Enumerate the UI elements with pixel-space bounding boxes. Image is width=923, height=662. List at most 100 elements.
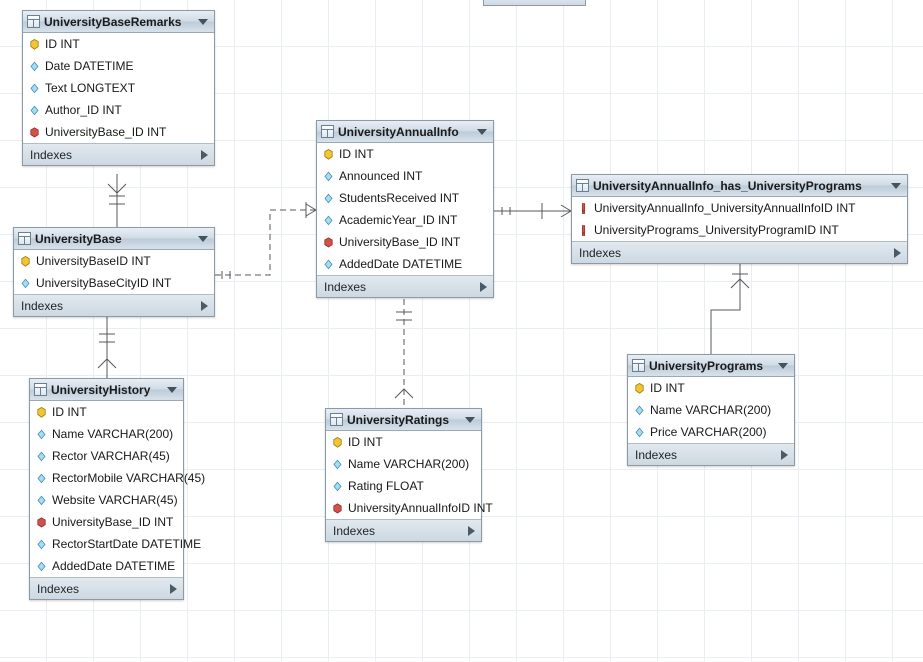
column-row[interactable]: ID INT (628, 377, 794, 399)
column-row[interactable]: Announced INT (317, 165, 493, 187)
column-row[interactable]: Date DATETIME (23, 55, 214, 77)
indexes-section[interactable]: Indexes (317, 275, 493, 297)
column-icon (635, 427, 644, 438)
column-row[interactable]: UniversityAnnualInfoID INT (326, 497, 493, 519)
chevron-down-icon[interactable] (778, 362, 788, 369)
expand-indexes-icon[interactable] (480, 281, 487, 292)
table-title: UniversityRatings (347, 412, 450, 427)
table-header[interactable]: UniversityBaseRemarks (23, 11, 214, 33)
column-row[interactable]: Rector VARCHAR(45) (30, 445, 183, 467)
column-row[interactable]: Name VARCHAR(200) (628, 399, 794, 421)
indexes-section[interactable]: Indexes (326, 519, 481, 541)
offscreen-table-stub[interactable] (483, 0, 586, 6)
chevron-down-icon[interactable] (465, 416, 475, 423)
indexes-section[interactable]: Indexes (572, 241, 907, 263)
column-label: RectorStartDate DATETIME (52, 537, 202, 551)
indexes-section[interactable]: Indexes (23, 143, 214, 165)
table-title: UniversityPrograms (649, 358, 764, 373)
column-row[interactable]: UniversityBase_ID INT (30, 511, 183, 533)
column-row[interactable]: RectorStartDate DATETIME (30, 533, 201, 555)
table-title: UniversityAnnualInfo (338, 124, 459, 139)
column-row[interactable]: AddedDate DATETIME (30, 555, 183, 577)
table-UniversityBaseRemarks[interactable]: UniversityBaseRemarks ID INT Date DATETIME… (22, 10, 215, 166)
table-UniversityPrograms[interactable]: UniversityPrograms ID INT Name VARCHAR(200… (627, 354, 795, 466)
column-label: AddedDate DATETIME (52, 559, 176, 573)
table-UniversityAnnualInfo_has_UniversityPrograms[interactable]: UniversityAnnualInfo_has_UniversityProgr… (571, 174, 908, 264)
expand-indexes-icon[interactable] (201, 149, 208, 160)
column-icon (37, 561, 46, 572)
column-row[interactable]: ID INT (326, 431, 481, 453)
column-row[interactable]: AddedDate DATETIME (317, 253, 493, 275)
column-row[interactable]: ID INT (30, 401, 183, 423)
table-UniversityHistory[interactable]: UniversityHistory ID INT Name VARCHAR(200)… (29, 378, 205, 600)
table-icon (27, 15, 40, 28)
chevron-down-icon[interactable] (167, 386, 177, 393)
column-icon (37, 539, 46, 550)
column-row[interactable]: ID INT (23, 33, 214, 55)
column-row[interactable]: UniversityBase_ID INT (23, 121, 214, 143)
column-icon (37, 495, 46, 506)
column-icon (324, 259, 333, 270)
indexes-section[interactable]: Indexes (628, 443, 794, 465)
indexes-label: Indexes (579, 245, 622, 260)
column-row[interactable]: RectorMobile VARCHAR(45) (30, 467, 205, 489)
column-row[interactable]: Name VARCHAR(200) (30, 423, 183, 445)
primary-key-icon (30, 38, 39, 50)
column-icon (333, 459, 342, 470)
indexes-label: Indexes (333, 523, 376, 538)
column-icon (37, 451, 46, 462)
column-row[interactable]: AcademicYear_ID INT (317, 209, 493, 231)
column-row[interactable]: Text LONGTEXT (23, 77, 214, 99)
table-header[interactable]: UniversityBase (14, 228, 214, 250)
expand-indexes-icon[interactable] (201, 300, 208, 311)
column-label: RectorMobile VARCHAR(45) (52, 471, 206, 485)
table-UniversityAnnualInfo[interactable]: UniversityAnnualInfo ID INT Announced INT S… (316, 120, 494, 298)
column-label: ID INT (52, 405, 87, 419)
chevron-down-icon[interactable] (198, 18, 208, 25)
table-header[interactable]: UniversityPrograms (628, 355, 794, 377)
expand-indexes-icon[interactable] (894, 247, 901, 258)
column-label: UniversityBase_ID INT (45, 125, 167, 139)
column-icon (324, 215, 333, 226)
indexes-label: Indexes (37, 581, 80, 596)
column-row[interactable]: Rating FLOAT (326, 475, 481, 497)
table-header[interactable]: UniversityRatings (326, 409, 481, 431)
column-row[interactable]: UniversityBaseID INT (14, 250, 214, 272)
table-UniversityRatings[interactable]: UniversityRatings ID INT Name VARCHAR(200)… (325, 408, 493, 542)
table-icon (632, 359, 645, 372)
column-label: UniversityPrograms_UniversityProgramID I… (594, 223, 839, 237)
column-icon (324, 171, 333, 182)
column-row[interactable]: Website VARCHAR(45) (30, 489, 183, 511)
chevron-down-icon[interactable] (477, 128, 487, 135)
table-header[interactable]: UniversityAnnualInfo (317, 121, 493, 143)
expand-indexes-icon[interactable] (468, 525, 475, 536)
indexes-section[interactable]: Indexes (14, 294, 214, 316)
column-row[interactable]: UniversityPrograms_UniversityProgramID I… (572, 219, 907, 241)
column-label: Name VARCHAR(200) (52, 427, 174, 441)
column-row[interactable]: Price VARCHAR(200) (628, 421, 794, 443)
column-row[interactable]: UniversityBase_ID INT (317, 231, 493, 253)
table-header[interactable]: UniversityAnnualInfo_has_UniversityProgr… (572, 175, 907, 197)
table-icon (330, 413, 343, 426)
indexes-label: Indexes (30, 147, 73, 162)
table-header[interactable]: UniversityHistory (30, 379, 183, 401)
chevron-down-icon[interactable] (198, 235, 208, 242)
primary-key-icon (21, 255, 30, 267)
column-row[interactable]: UniversityBaseCityID INT (14, 272, 214, 294)
column-row[interactable]: Author_ID INT (23, 99, 214, 121)
column-row[interactable]: StudentsReceived INT (317, 187, 493, 209)
expand-indexes-icon[interactable] (781, 449, 788, 460)
column-row[interactable]: ID INT (317, 143, 493, 165)
primary-foreign-key-icon (579, 224, 588, 236)
table-UniversityBase[interactable]: UniversityBase UniversityBaseID INT Univer… (13, 227, 215, 317)
primary-key-icon (635, 382, 644, 394)
column-label: UniversityBase_ID INT (52, 515, 174, 529)
chevron-down-icon[interactable] (891, 182, 901, 189)
column-icon (37, 473, 46, 484)
column-row[interactable]: Name VARCHAR(200) (326, 453, 481, 475)
column-icon (30, 83, 39, 94)
column-row[interactable]: UniversityAnnualInfo_UniversityAnnualInf… (572, 197, 907, 219)
expand-indexes-icon[interactable] (170, 583, 177, 594)
indexes-section[interactable]: Indexes (30, 577, 183, 599)
column-icon (333, 481, 342, 492)
